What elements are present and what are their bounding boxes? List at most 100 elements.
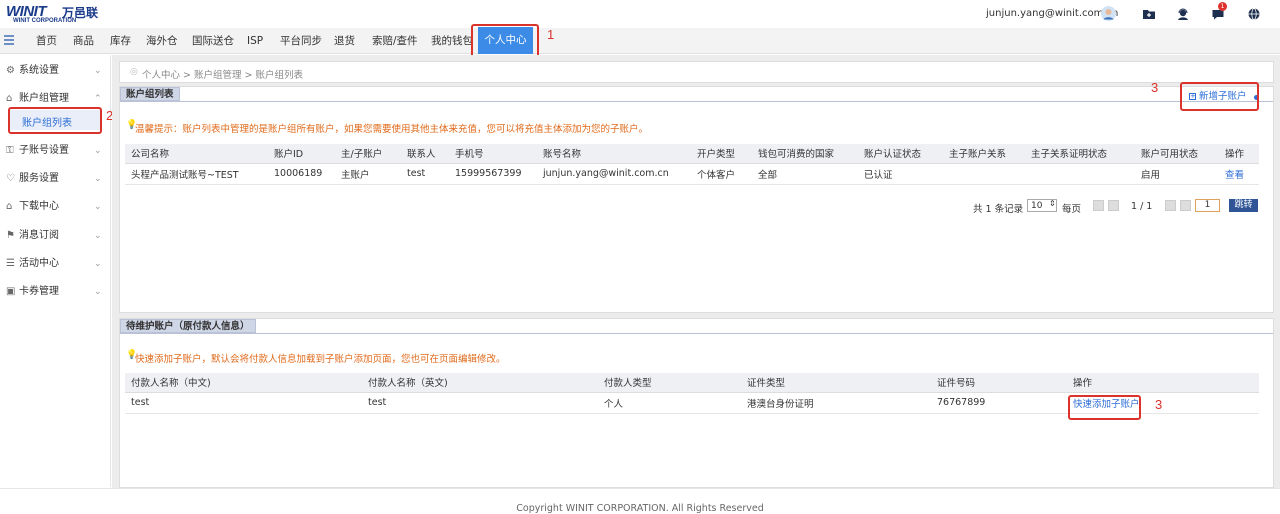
jump-button[interactable]: 跳转 [1229,199,1258,212]
annotation-number-1: 1 [547,27,555,42]
stepper-arrows-icon: ⇕ [1049,199,1056,208]
user-email[interactable]: junjun.yang@winit.com.cn [986,8,1118,19]
col-actions: 操作 [1219,144,1259,164]
cell-account-role: 主账户 [335,163,401,185]
nav-claims[interactable]: 索赔/查件 [372,28,418,54]
key-icon: ⚿ [6,145,14,156]
chevron-down-icon: ⌄ [94,202,102,212]
winit-logo[interactable]: WINIT 万邑联 WINIT CORPORATION [6,3,116,25]
prev-page-button[interactable] [1108,200,1119,211]
cell-payer-name-cn: test [125,392,362,414]
panel-title: 待维护账户（原付款人信息） [120,319,256,333]
nav-wallet[interactable]: 我的钱包 [431,28,473,54]
sidebar-item-coupon-management[interactable]: ▣ 卡券管理 ⌄ [0,282,111,302]
first-page-button[interactable] [1093,200,1104,211]
top-header: WINIT 万邑联 WINIT CORPORATION junjun.yang@… [0,0,1280,28]
sidebar-item-label: 下载中心 [19,201,59,212]
next-page-button[interactable] [1165,200,1176,211]
heart-icon: ♡ [6,173,15,184]
sidebar-item-label: 服务设置 [19,173,59,184]
cell-company-name: 头程产品测试账号~TEST [125,163,268,185]
chevron-down-icon: ⌄ [94,259,102,269]
folder-icon[interactable] [1142,7,1156,21]
sidebar-item-service-settings[interactable]: ♡ 服务设置 ⌄ [0,169,111,189]
col-id-number: 证件号码 [931,373,1067,393]
col-payer-name-cn: 付款人名称（中文) [125,373,362,393]
cell-relationship-proof [1025,163,1135,185]
total-records: 共 1 条记录 [973,204,1024,215]
col-payer-type: 付款人类型 [598,373,741,393]
account-tip: 温馨提示：账户列表中管理的是账户组所有账户，如果您需要使用其他主体来充值，您可以… [135,124,649,135]
menu-toggle-icon[interactable] [4,34,14,46]
page-size-value: 10 [1031,201,1043,211]
sidebar-item-label: 消息订阅 [19,230,59,241]
col-phone: 手机号 [449,144,537,164]
panel-title-rule [120,333,1273,334]
bookmark-icon: ⚑ [6,230,15,241]
cell-open-type: 个体客户 [691,163,752,185]
chevron-down-icon: ⌄ [94,287,102,297]
cell-id-number: 76767899 [931,392,1067,414]
sidebar-item-sub-account-settings[interactable]: ⚿ 子账号设置 ⌄ [0,141,111,161]
view-link[interactable]: 查看 [1225,170,1244,181]
nav-international-delivery[interactable]: 国际送仓 [192,28,234,54]
nav-home[interactable]: 首页 [36,28,57,54]
annotation-number-3b: 3 [1155,397,1163,412]
panel-title-rule [120,101,1273,102]
cell-payer-name-en: test [362,392,598,414]
avatar[interactable] [1101,6,1116,21]
col-account-id: 账户ID [268,144,335,164]
support-agent-icon[interactable] [1176,7,1190,21]
nav-inventory[interactable]: 库存 [110,28,131,54]
nav-isp[interactable]: ISP [247,28,263,54]
pending-tip: 快速添加子账户，默认会将付款人信息加载到子账户添加页面，您也可在页面编辑修改。 [135,354,506,365]
sidebar-item-label: 卡券管理 [19,286,59,297]
cell-id-type: 港澳台身份证明 [741,392,931,414]
col-actions: 操作 [1067,373,1259,393]
per-page-label: 每页 [1062,204,1082,215]
sidebar-item-activity-center[interactable]: ☰ 活动中心 ⌄ [0,254,111,274]
chevron-down-icon: ⌄ [94,231,102,241]
chevron-down-icon: ⌄ [94,146,102,156]
col-wallet-countries: 钱包可消费的国家 [752,144,858,164]
sidebar-item-system-settings[interactable]: ⚙ 系统设置 ⌄ [0,61,111,81]
col-company-name: 公司名称 [125,144,268,164]
table-row: 头程产品测试账号~TEST 10006189 主账户 test 15999567… [125,163,1259,185]
sidebar-item-message-subscription[interactable]: ⚑ 消息订阅 ⌄ [0,226,111,246]
col-contact: 联系人 [401,144,449,164]
home-icon: ⌂ [6,201,13,212]
globe-icon[interactable] [1247,7,1261,21]
nav-products[interactable]: 商品 [73,28,94,54]
annotation-box-3a [1180,82,1259,111]
pending-accounts-panel: 待维护账户（原付款人信息） 💡 快速添加子账户，默认会将付款人信息加载到子账户添… [119,318,1274,488]
copyright-text: Copyright WINIT CORPORATION. All Rights … [516,503,764,514]
location-icon: ◎ [130,67,138,77]
cell-payer-type: 个人 [598,392,741,414]
sidebar-item-download-center[interactable]: ⌂ 下载中心 ⌄ [0,197,111,217]
col-payer-name-en: 付款人名称（英文) [362,373,598,393]
cell-account-name: junjun.yang@winit.com.cn [537,163,691,185]
col-account-name: 账号名称 [537,144,691,164]
last-page-button[interactable] [1180,200,1191,211]
nav-returns[interactable]: 退货 [334,28,355,54]
col-availability: 账户可用状态 [1135,144,1219,164]
list-icon: ☰ [6,258,15,269]
settings-icon: ⚙ [6,65,15,76]
sidebar-item-account-group[interactable]: ⌂ 账户组管理 ⌃ [0,89,111,109]
cell-account-id: 10006189 [268,163,335,185]
goto-page-input[interactable]: 1 [1195,199,1220,212]
nav-overseas-warehouse[interactable]: 海外仓 [146,28,178,54]
col-open-type: 开户类型 [691,144,752,164]
home-icon: ⌂ [6,93,13,104]
table-header-row: 公司名称 账户ID 主/子账户 联系人 手机号 账号名称 开户类型 钱包可消费的… [125,144,1259,164]
cell-verification-status: 已认证 [858,163,943,185]
breadcrumb: ◎ 个人中心 > 账户组管理 > 账户组列表 [119,61,1274,83]
cell-relationship [943,163,1025,185]
chevron-up-icon: ⌃ [94,94,102,104]
panel-title: 账户组列表 [120,87,180,101]
main-nav: 首页 商品 库存 海外仓 国际送仓 ISP 平台同步 退货 索赔/查件 我的钱包 [0,28,1280,54]
nav-platform-sync[interactable]: 平台同步 [280,28,322,54]
page-size-select[interactable]: 10 ⇕ [1027,199,1057,212]
annotation-box-2 [8,107,102,134]
breadcrumb-text: 个人中心 > 账户组管理 > 账户组列表 [142,70,303,81]
